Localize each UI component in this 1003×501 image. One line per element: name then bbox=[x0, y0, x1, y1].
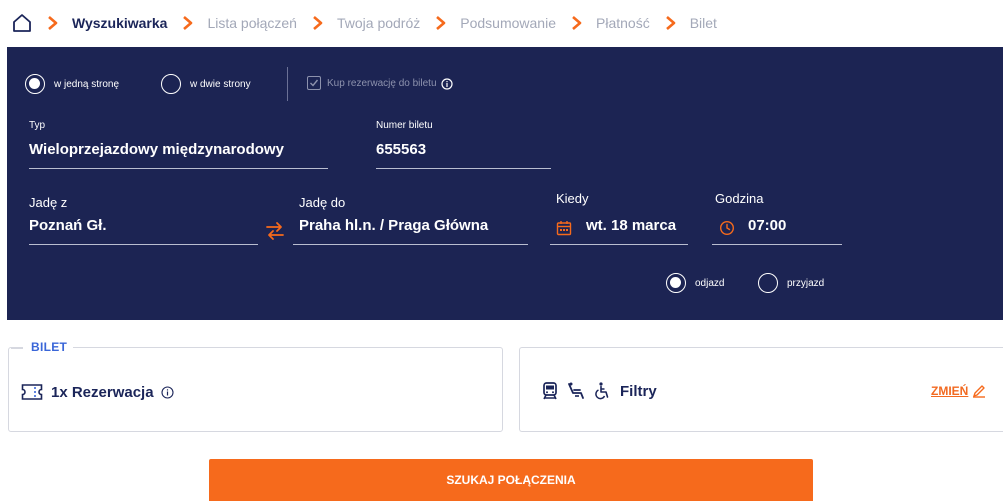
ticket-type-label: Typ bbox=[29, 120, 46, 131]
info-icon[interactable] bbox=[440, 77, 453, 90]
filters-summary[interactable]: Filtry bbox=[540, 381, 657, 401]
seat-icon bbox=[566, 381, 586, 401]
reservation-checkbox[interactable]: Kup rezerwację do biletu bbox=[307, 76, 453, 90]
breadcrumb-item-search[interactable]: Wyszukiwarka bbox=[72, 15, 167, 31]
from-label: Jadę z bbox=[29, 195, 68, 210]
chevron-right-icon bbox=[181, 16, 195, 30]
ticket-box-legend: BILET bbox=[10, 340, 74, 354]
radio-one-way-label: w jedną stronę bbox=[54, 78, 120, 90]
info-icon[interactable] bbox=[161, 385, 174, 399]
radio-arrival[interactable]: przyjazd bbox=[758, 273, 824, 293]
change-filters-text: ZMIEŃ bbox=[931, 384, 969, 398]
wheelchair-icon bbox=[592, 381, 612, 401]
date-underline bbox=[550, 244, 688, 245]
chevron-right-icon bbox=[434, 16, 448, 30]
ticket-summary[interactable]: 1x Rezerwacja bbox=[21, 383, 174, 401]
breadcrumb: Wyszukiwarka Lista połączeń Twoja podróż… bbox=[12, 10, 717, 36]
time-label: Godzina bbox=[715, 191, 764, 206]
train-icon bbox=[540, 381, 560, 401]
ticket-icon bbox=[21, 383, 43, 401]
change-filters-link[interactable]: ZMIEŃ bbox=[931, 384, 986, 398]
search-connections-button[interactable]: SZUKAJ POŁĄCZENIA bbox=[209, 459, 813, 501]
swap-stations-icon[interactable] bbox=[264, 220, 286, 242]
chevron-right-icon bbox=[311, 16, 325, 30]
home-icon[interactable] bbox=[12, 13, 32, 33]
pencil-icon bbox=[972, 384, 986, 398]
ticket-type-underline bbox=[29, 168, 328, 169]
date-input[interactable]: wt. 18 marca bbox=[586, 217, 676, 234]
radio-departure-label: odjazd bbox=[695, 277, 725, 289]
radio-round-trip-circle[interactable] bbox=[161, 74, 181, 94]
breadcrumb-item-connections: Lista połączeń bbox=[207, 15, 297, 31]
breadcrumb-item-ticket: Bilet bbox=[689, 15, 717, 31]
radio-round-trip[interactable]: w dwie strony bbox=[161, 74, 251, 94]
ticket-number-field[interactable]: 655563 bbox=[376, 141, 426, 158]
ticket-type-value[interactable]: Wieloprzejazdowy międzynarodowy bbox=[29, 141, 284, 158]
radio-one-way[interactable]: w jedną stronę bbox=[25, 74, 119, 94]
time-input[interactable]: 07:00 bbox=[748, 217, 786, 234]
search-panel: w jedną stronę w dwie strony Kup rezerwa… bbox=[7, 47, 1003, 320]
clock-icon bbox=[719, 220, 735, 236]
filters-box[interactable]: Filtry ZMIEŃ bbox=[519, 347, 1003, 432]
to-underline bbox=[293, 244, 528, 245]
chevron-right-icon bbox=[46, 16, 60, 30]
divider bbox=[287, 67, 288, 101]
breadcrumb-item-summary: Podsumowanie bbox=[460, 15, 556, 31]
ticket-summary-text: 1x Rezerwacja bbox=[51, 383, 154, 401]
radio-departure-circle[interactable] bbox=[666, 273, 686, 293]
reservation-checkbox-label: Kup rezerwację do biletu bbox=[327, 77, 437, 89]
breadcrumb-item-payment: Płatność bbox=[596, 15, 650, 31]
reservation-checkbox-box[interactable] bbox=[307, 76, 321, 90]
to-label: Jadę do bbox=[299, 195, 346, 210]
ticket-box[interactable]: BILET 1x Rezerwacja bbox=[8, 340, 503, 432]
from-station-input[interactable]: Poznań Gł. bbox=[29, 217, 107, 234]
radio-arrival-circle[interactable] bbox=[758, 273, 778, 293]
radio-arrival-label: przyjazd bbox=[787, 277, 825, 289]
chevron-right-icon bbox=[664, 16, 678, 30]
chevron-right-icon bbox=[570, 16, 584, 30]
radio-one-way-circle[interactable] bbox=[25, 74, 45, 94]
radio-round-trip-label: w dwie strony bbox=[190, 78, 251, 90]
filters-label: Filtry bbox=[620, 382, 657, 400]
to-station-input[interactable]: Praha hl.n. / Praga Główna bbox=[299, 217, 488, 234]
date-label: Kiedy bbox=[556, 191, 589, 206]
from-underline bbox=[29, 244, 258, 245]
calendar-icon bbox=[556, 220, 572, 236]
breadcrumb-item-journey: Twoja podróż bbox=[336, 15, 421, 31]
radio-departure[interactable]: odjazd bbox=[666, 273, 724, 293]
time-underline bbox=[712, 244, 842, 245]
ticket-number-underline bbox=[376, 168, 551, 169]
ticket-number-label: Numer biletu bbox=[376, 120, 433, 131]
